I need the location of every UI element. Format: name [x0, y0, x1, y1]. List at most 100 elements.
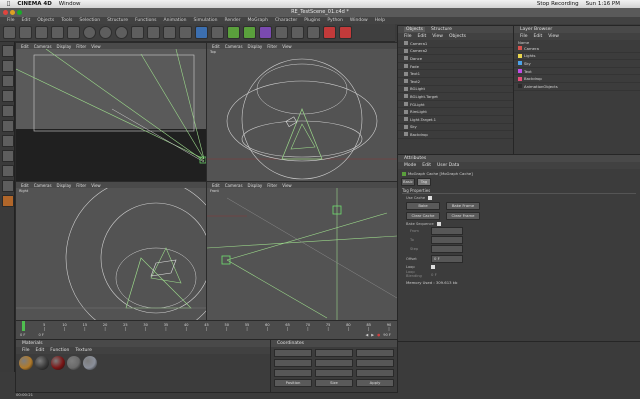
main-menu-tools[interactable]: Tools [61, 18, 72, 23]
render-view-icon[interactable] [147, 26, 160, 39]
attr-menu-user-data[interactable]: User Data [437, 163, 459, 168]
timeline[interactable]: 051015202530354045505560657075808590 0 F… [15, 320, 398, 340]
recording-status[interactable]: Stop Recording [537, 1, 579, 7]
step-input[interactable] [431, 245, 463, 253]
vp-menu-display[interactable]: Display [248, 183, 263, 188]
vp-menu-edit[interactable]: Edit [21, 44, 29, 49]
cube-icon[interactable] [195, 26, 208, 39]
material-swatch[interactable] [19, 356, 33, 370]
position-dropdown[interactable]: Position [274, 379, 312, 387]
from-input[interactable] [431, 227, 463, 235]
floor-icon[interactable] [275, 26, 288, 39]
viewport-right[interactable]: Edit Cameras Display Filter View Right [15, 181, 207, 321]
layer-color-swatch[interactable] [518, 46, 522, 51]
vp-menu-display[interactable]: Display [57, 183, 72, 188]
make-editable-icon[interactable] [2, 45, 14, 57]
pos-y-input[interactable] [274, 359, 312, 367]
pos-x-input[interactable] [274, 349, 312, 357]
vp-menu-view[interactable]: View [282, 183, 292, 188]
loop-checkbox[interactable] [431, 265, 435, 269]
playhead[interactable] [22, 321, 25, 331]
main-menu-edit[interactable]: Edit [22, 18, 31, 23]
rotate-icon[interactable] [67, 26, 80, 39]
mat-menu-edit[interactable]: Edit [36, 348, 45, 353]
locked-workplane-icon[interactable] [2, 180, 14, 192]
vp-menu-cameras[interactable]: Cameras [34, 183, 52, 188]
bake-sequence-checkbox[interactable] [436, 222, 441, 226]
main-menu-character[interactable]: Character [275, 18, 297, 23]
vp-menu-view[interactable]: View [282, 44, 292, 49]
layer-color-swatch[interactable] [518, 69, 522, 74]
mat-menu-file[interactable]: File [22, 348, 30, 353]
x-axis-icon[interactable] [83, 26, 96, 39]
object-row[interactable]: Fade [398, 63, 513, 71]
apply-button[interactable]: Apply [356, 379, 394, 387]
window-menu[interactable]: Window [59, 1, 81, 7]
app-menu[interactable]: CINEMA 4D [17, 1, 51, 7]
close-window-button[interactable] [3, 10, 8, 15]
polygons-mode-icon[interactable] [2, 135, 14, 147]
object-row[interactable]: Text2 [398, 78, 513, 86]
use-cache-checkbox[interactable] [428, 196, 433, 200]
record-icon[interactable] [323, 26, 336, 39]
size-dropdown[interactable]: Size [315, 379, 353, 387]
object-row[interactable]: BGLight.Target [398, 93, 513, 101]
object-row[interactable]: Camera2 [398, 48, 513, 56]
coordinate-system-icon[interactable] [131, 26, 144, 39]
object-row[interactable]: Camera1 [398, 40, 513, 48]
main-menu-selection[interactable]: Selection [79, 18, 100, 23]
tab-basic[interactable]: Basic [401, 178, 415, 186]
workplane-icon[interactable] [2, 150, 14, 162]
attr-menu-mode[interactable]: Mode [404, 163, 416, 168]
tab-tag[interactable]: Tag [417, 178, 431, 186]
record-key-icon[interactable]: ● [377, 333, 380, 337]
scale-icon[interactable] [51, 26, 64, 39]
render-picture-viewer-icon[interactable] [163, 26, 176, 39]
mat-menu-texture[interactable]: Texture [75, 348, 91, 353]
object-row[interactable]: BGLight [398, 86, 513, 94]
light-icon[interactable] [307, 26, 320, 39]
vp-menu-display[interactable]: Display [57, 44, 72, 49]
object-row[interactable]: Sky [398, 124, 513, 132]
loop-blending-input[interactable]: 0 F [431, 272, 459, 277]
current-frame[interactable]: 0 F [39, 333, 45, 337]
vp-menu-view[interactable]: View [91, 183, 101, 188]
main-menu-help[interactable]: Help [375, 18, 385, 23]
layer-color-swatch[interactable] [518, 61, 522, 66]
main-menu-plugins[interactable]: Plugins [304, 18, 320, 23]
object-row[interactable]: Dance [398, 55, 513, 63]
attr-menu-edit[interactable]: Edit [422, 163, 431, 168]
vp-menu-display[interactable]: Display [248, 44, 263, 49]
mat-menu-function[interactable]: Function [50, 348, 69, 353]
edges-mode-icon[interactable] [2, 120, 14, 132]
object-row[interactable]: FGLight [398, 101, 513, 109]
viewport-top[interactable]: Edit Cameras Display Filter View Top [206, 42, 398, 182]
object-row[interactable]: RimLight [398, 108, 513, 116]
clear-frame-button[interactable]: Clear Frame [446, 212, 480, 220]
axis-mode-icon[interactable] [2, 90, 14, 102]
tab-structure[interactable]: Structure [431, 27, 452, 32]
bake-frame-button[interactable]: Bake Frame [446, 202, 480, 210]
object-row[interactable]: Text1 [398, 70, 513, 78]
bake-button[interactable]: Bake [406, 202, 440, 210]
vp-menu-filter[interactable]: Filter [76, 183, 86, 188]
material-swatch[interactable] [67, 356, 81, 370]
texture-mode-icon[interactable] [2, 75, 14, 87]
rot-h-input[interactable] [356, 349, 394, 357]
main-menu-window[interactable]: Window [350, 18, 368, 23]
array-icon[interactable] [243, 26, 256, 39]
vp-menu-filter[interactable]: Filter [267, 44, 277, 49]
model-mode-icon[interactable] [2, 60, 14, 72]
main-menu-mograph[interactable]: MoGraph [248, 18, 268, 23]
play-icon[interactable]: ▶ [371, 333, 374, 337]
viewport-perspective[interactable]: Edit Cameras Display Filter View Perspec… [15, 42, 207, 182]
size-z-input[interactable] [315, 369, 353, 377]
main-menu-python[interactable]: Python [327, 18, 343, 23]
layer-row[interactable]: AnimationObjects [514, 83, 640, 91]
material-swatch[interactable] [83, 356, 97, 370]
main-menu-simulation[interactable]: Simulation [194, 18, 218, 23]
object-row[interactable]: Light.Target.1 [398, 116, 513, 124]
offset-input[interactable]: 0 F [431, 255, 463, 263]
tab-objects[interactable]: Objects [404, 27, 426, 32]
vp-menu-cameras[interactable]: Cameras [225, 183, 243, 188]
